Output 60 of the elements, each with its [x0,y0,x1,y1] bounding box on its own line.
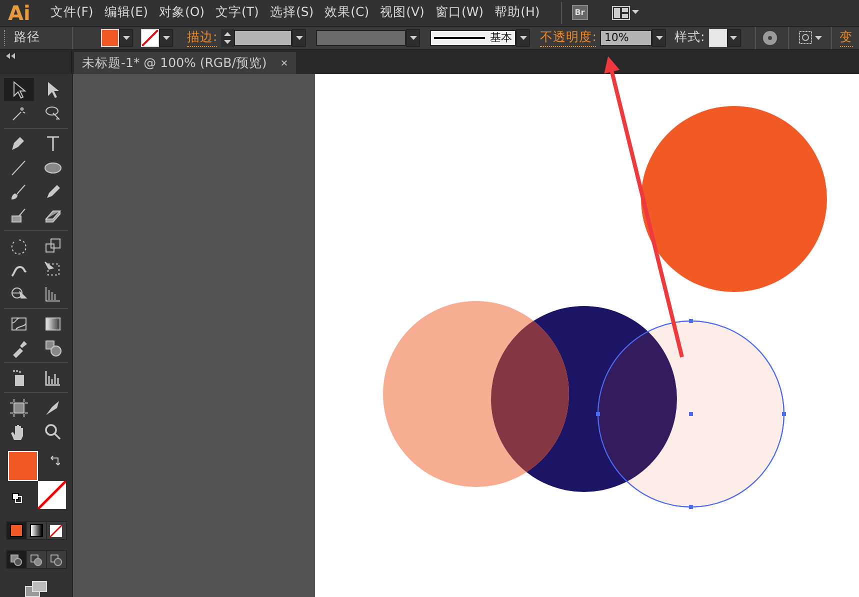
swap-icon[interactable] [50,455,60,467]
selection-type-label: 路径 [14,29,40,46]
scale-icon [43,236,63,256]
draw-mode-button[interactable] [46,551,66,568]
caret-icon [296,36,303,40]
menu-item[interactable]: 文字(T) [216,4,259,22]
opacity-dropdown[interactable] [652,28,666,47]
caret-icon [520,36,527,40]
menu-item[interactable]: 选择(S) [270,4,314,22]
spinner-icon[interactable] [221,28,234,47]
default-colors-icon[interactable] [12,493,22,503]
stroke-weight-dropdown[interactable] [292,28,306,47]
align-selection-icon[interactable] [798,30,823,45]
menu-item[interactable]: 窗口(W) [435,4,484,22]
caret-icon [410,36,417,40]
menu-item[interactable]: 对象(O) [158,4,205,22]
close-tab-button[interactable]: × [280,56,288,70]
blend-icon [43,338,63,358]
workspace-layout-icon[interactable] [612,6,640,20]
opacity-field[interactable]: 10% [600,30,652,46]
style-label: 样式: [674,29,705,46]
document-tab[interactable]: 未标题-1* @ 100% (RGB/预览) × [74,52,296,74]
menu-item[interactable]: 文件(F) [50,4,94,22]
menu-item[interactable]: 效果(C) [324,4,370,22]
recolor-wheel-icon[interactable] [762,30,778,46]
caret-icon [122,36,130,40]
menu-item[interactable]: 编辑(E) [104,4,148,22]
style-swatch[interactable] [708,28,727,47]
color-mode-button[interactable] [6,522,26,539]
screen-mode-icon[interactable] [25,581,47,597]
stroke-swatch[interactable] [141,28,159,47]
stroke-color-swatch[interactable] [38,481,66,509]
bridge-button[interactable]: Br [572,5,588,20]
menu-item[interactable]: 视图(V) [380,4,424,22]
collapse-icon[interactable] [6,53,15,59]
stroke-weight-field[interactable] [234,30,292,46]
opacity-label[interactable]: 不透明度: [540,28,596,47]
color-mode-button[interactable] [26,522,46,539]
style-dropdown[interactable] [726,28,741,47]
menu-item[interactable]: 帮助(H) [494,4,540,22]
variable-width-dropdown[interactable] [406,28,420,47]
stroke-dropdown[interactable] [159,28,173,47]
fill-color-swatch[interactable] [8,451,38,481]
draw-mode-button[interactable] [6,551,26,568]
app-logo: Ai [8,0,30,25]
fill-dropdown[interactable] [119,28,133,47]
caret-icon [730,36,738,40]
fill-swatch[interactable] [101,28,119,47]
zoom-icon [43,422,63,442]
variable-width-field[interactable] [316,30,406,46]
caret-icon [656,36,663,40]
artboard-icon [9,398,29,418]
stroke-profile-field[interactable]: 基本 [430,30,516,46]
caret-icon [162,36,170,40]
tool-button[interactable] [4,78,34,101]
color-mode-button[interactable] [46,522,66,539]
transform-label[interactable]: 变 [840,28,853,47]
draw-mode-button[interactable] [26,551,46,568]
stroke-profile-dropdown[interactable] [516,28,530,47]
stroke-label[interactable]: 描边: [187,28,218,47]
